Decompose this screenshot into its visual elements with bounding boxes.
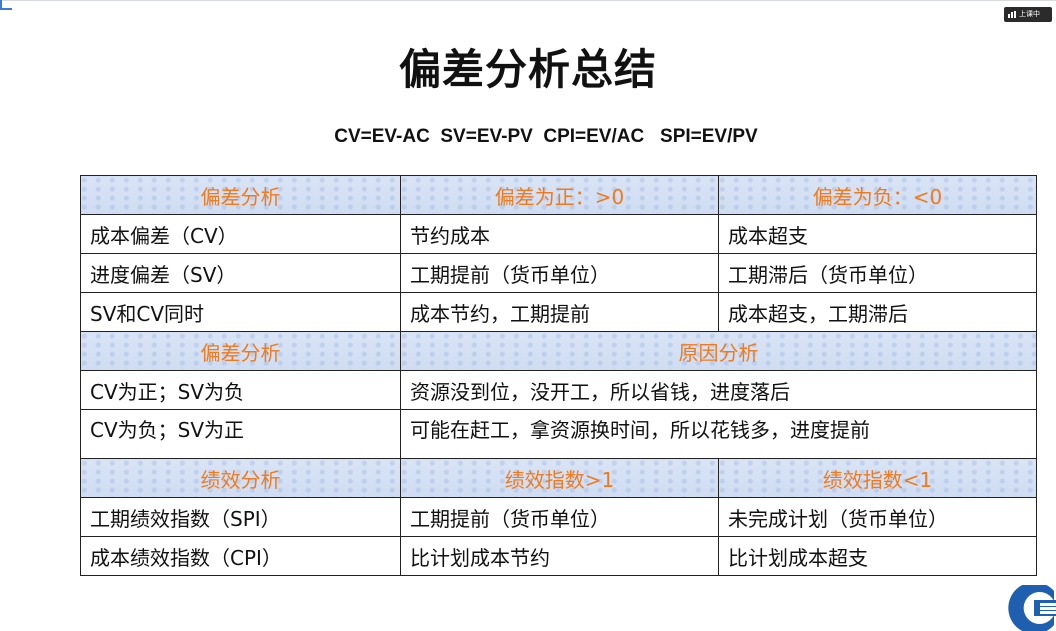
table-cell: 可能在赶工，拿资源换时间，所以花钱多，进度提前 [400, 409, 1037, 459]
table-cell: 成本绩效指数（CPI） [80, 536, 401, 576]
table-cell: CV为正；SV为负 [80, 370, 401, 410]
table-cell: 进度偏差（SV） [80, 253, 401, 293]
corner-marker [0, 0, 12, 10]
table-row: CV为负；SV为正 可能在赶工，拿资源换时间，所以花钱多，进度提前 [80, 409, 1037, 459]
table-header-row: 绩效分析 绩效指数>1 绩效指数<1 [80, 458, 1037, 498]
header-cell: 绩效指数<1 [718, 458, 1037, 498]
formula-line: CV=EV-AC SV=EV-PV CPI=EV/AC SPI=EV/PV [334, 126, 758, 147]
table-row: CV为正；SV为负 资源没到位，没开工，所以省钱，进度落后 [80, 370, 1037, 410]
header-cell: 偏差为正：>0 [400, 175, 719, 215]
table-cell: 成本节约，工期提前 [400, 292, 719, 332]
slide-title: 偏差分析总结 [398, 45, 657, 94]
table-cell: 节约成本 [400, 214, 719, 254]
signal-icon [1008, 11, 1016, 18]
table-cell: 未完成计划（货币单位） [718, 497, 1037, 537]
top-border [0, 0, 1056, 1]
header-cell: 偏差为负：<0 [718, 175, 1037, 215]
table-row: 工期绩效指数（SPI） 工期提前（货币单位） 未完成计划（货币单位） [80, 497, 1037, 537]
table-row: 成本绩效指数（CPI） 比计划成本节约 比计划成本超支 [80, 536, 1037, 576]
table-row: SV和CV同时 成本节约，工期提前 成本超支，工期滞后 [80, 292, 1037, 332]
table-cell: 比计划成本节约 [400, 536, 719, 576]
table-row: 进度偏差（SV） 工期提前（货币单位） 工期滞后（货币单位） [80, 253, 1037, 293]
live-badge-label: 上课中 [1019, 10, 1040, 18]
header-cell: 偏差分析 [80, 331, 401, 371]
table-header-row: 偏差分析 偏差为正：>0 偏差为负：<0 [80, 175, 1037, 215]
table-cell: 工期提前（货币单位） [400, 253, 719, 293]
table-row: 成本偏差（CV） 节约成本 成本超支 [80, 214, 1037, 254]
table-cell: SV和CV同时 [80, 292, 401, 332]
brand-logo-icon [1008, 585, 1056, 631]
header-cell: 绩效分析 [80, 458, 401, 498]
table-cell: 资源没到位，没开工，所以省钱，进度落后 [400, 370, 1037, 410]
table-cell: 工期绩效指数（SPI） [80, 497, 401, 537]
table-cell: 成本超支 [718, 214, 1037, 254]
table-cell: CV为负；SV为正 [80, 409, 401, 459]
table-cell: 比计划成本超支 [718, 536, 1037, 576]
header-cell: 绩效指数>1 [400, 458, 719, 498]
table-cell: 成本偏差（CV） [80, 214, 401, 254]
live-badge: 上课中 [1004, 7, 1052, 22]
header-cell: 偏差分析 [80, 175, 401, 215]
variance-summary-table: 偏差分析 偏差为正：>0 偏差为负：<0 成本偏差（CV） 节约成本 成本超支 … [80, 175, 1037, 576]
table-cell: 工期滞后（货币单位） [718, 253, 1037, 293]
header-cell: 原因分析 [400, 331, 1037, 371]
table-header-row: 偏差分析 原因分析 [80, 331, 1037, 371]
table-cell: 成本超支，工期滞后 [718, 292, 1037, 332]
table-cell: 工期提前（货币单位） [400, 497, 719, 537]
